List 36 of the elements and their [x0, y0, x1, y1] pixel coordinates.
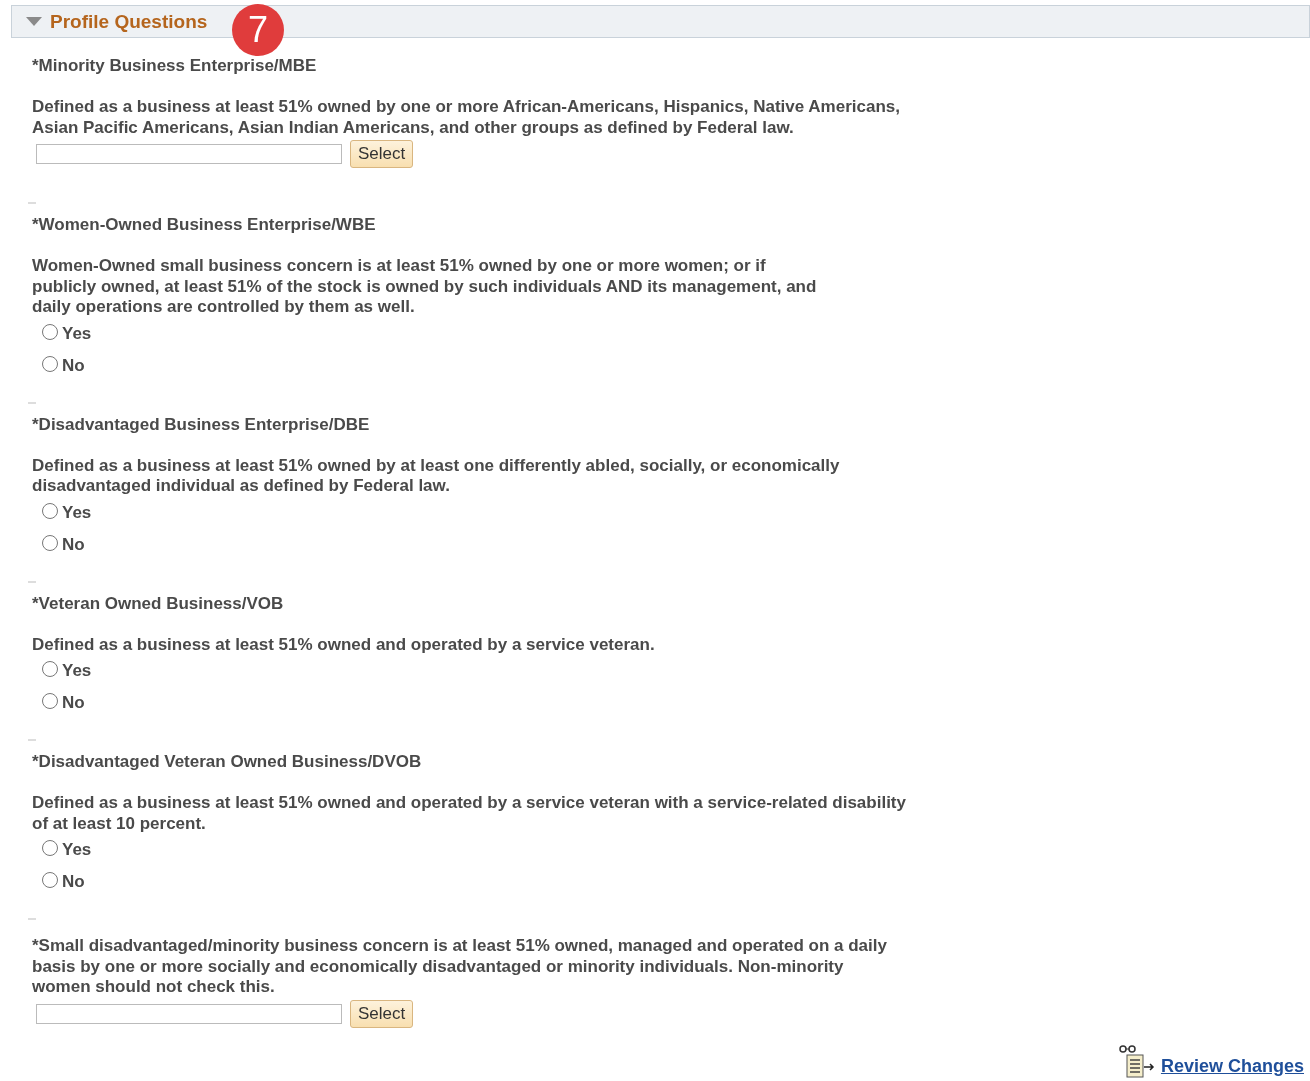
radio-label: No [62, 534, 85, 555]
review-changes-link[interactable]: Review Changes [1160, 1056, 1304, 1077]
select-button[interactable]: Select [350, 140, 414, 168]
step-badge: 7 [232, 4, 284, 56]
question-description: Defined as a business at least 51% owned and operated by a service veteran with a service-related disability of at least 10 percent. [32, 793, 906, 834]
question-description: Women-Owned small business concern is at least 51% owned by one or more women; or if publicly owned, at least 51% of the stock is owned by such individuals AND its management, and daily operations are controlled by them as well. [32, 256, 817, 318]
collapse-triangle-icon[interactable] [26, 17, 42, 26]
question-label: *Minority Business Enterprise/MBE [32, 55, 317, 77]
radio-button[interactable] [42, 872, 58, 888]
radio-button[interactable] [42, 502, 58, 519]
radio-label: No [62, 872, 85, 892]
question-description: Defined as a business at least 51% owned by one or more African-Americans, Hispanics, Native Americans, Asian Pacific Americans, Asian Indian Americans, and other groups as defined by Federal law. [32, 97, 900, 138]
radio-label: Yes [62, 840, 92, 860]
radio-label: No [62, 355, 85, 376]
radio-label: No [62, 693, 85, 713]
input-field[interactable] [36, 144, 342, 164]
question-label: *Disadvantaged Business Enterprise/DBE [32, 413, 370, 436]
question-label: *Veteran Owned Business/VOB [32, 592, 284, 615]
radio-button[interactable] [42, 693, 58, 709]
select-button[interactable]: Select [350, 999, 414, 1028]
radio-label: Yes [62, 502, 92, 523]
question-label: *Disadvantaged Veteran Owned Business/DVOB [32, 751, 422, 773]
radio-label: Yes [62, 661, 92, 681]
radio-button[interactable] [42, 661, 58, 677]
radio-button[interactable] [42, 534, 58, 551]
question-description: *Small disadvantaged/minority business concern is at least 51% owned, managed and operated on a daily basis by one or more socially and economically disadvantaged or minority individuals. Non-minority women should not check this. [32, 936, 887, 998]
radio-button[interactable] [42, 840, 58, 856]
radio-button[interactable] [42, 355, 58, 372]
question-label: *Women-Owned Business Enterprise/WBE [32, 214, 376, 236]
question-description: Defined as a business at least 51% owned and operated by a service veteran. [32, 634, 655, 655]
document-glasses-icon[interactable] [1118, 1045, 1157, 1079]
radio-button[interactable] [42, 323, 58, 340]
input-field[interactable] [36, 1003, 342, 1024]
question-description: Defined as a business at least 51% owned by at least one differently abled, socially, or economically disadvantaged individual as defined by Federal law. [32, 455, 840, 497]
section-title: Profile Questions [50, 10, 208, 33]
radio-label: Yes [62, 323, 92, 344]
